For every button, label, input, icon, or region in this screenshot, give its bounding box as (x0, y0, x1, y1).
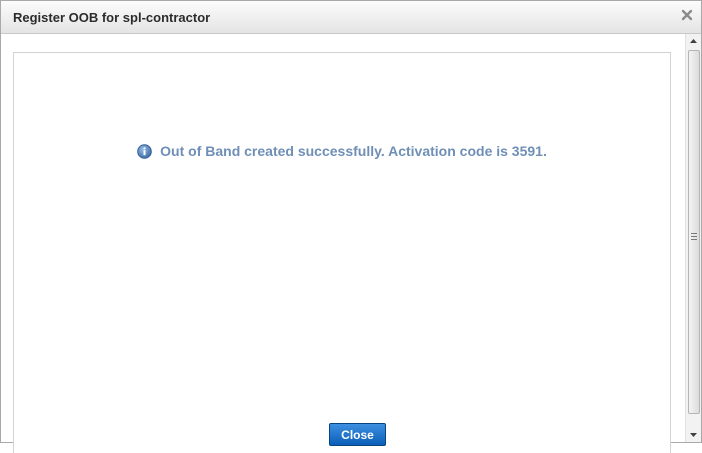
dialog-content: Out of Band created successfully. Activa… (1, 34, 685, 453)
dialog-titlebar: Register OOB for spl-contractor (1, 1, 701, 34)
message-panel: Out of Band created successfully. Activa… (13, 52, 671, 453)
scroll-up-arrow-icon[interactable] (686, 34, 701, 48)
close-icon[interactable] (679, 7, 695, 23)
grip-icon (691, 227, 697, 240)
register-oob-dialog: Register OOB for spl-contractor Out of B… (0, 0, 702, 453)
scrollbar-thumb[interactable] (688, 50, 700, 414)
scroll-down-arrow-icon[interactable] (686, 428, 701, 442)
dialog-title: Register OOB for spl-contractor (13, 10, 211, 25)
info-icon (137, 144, 152, 159)
success-message: Out of Band created successfully. Activa… (14, 143, 670, 161)
vertical-scrollbar[interactable] (685, 34, 701, 442)
success-message-text: Out of Band created successfully. Activa… (160, 143, 547, 159)
